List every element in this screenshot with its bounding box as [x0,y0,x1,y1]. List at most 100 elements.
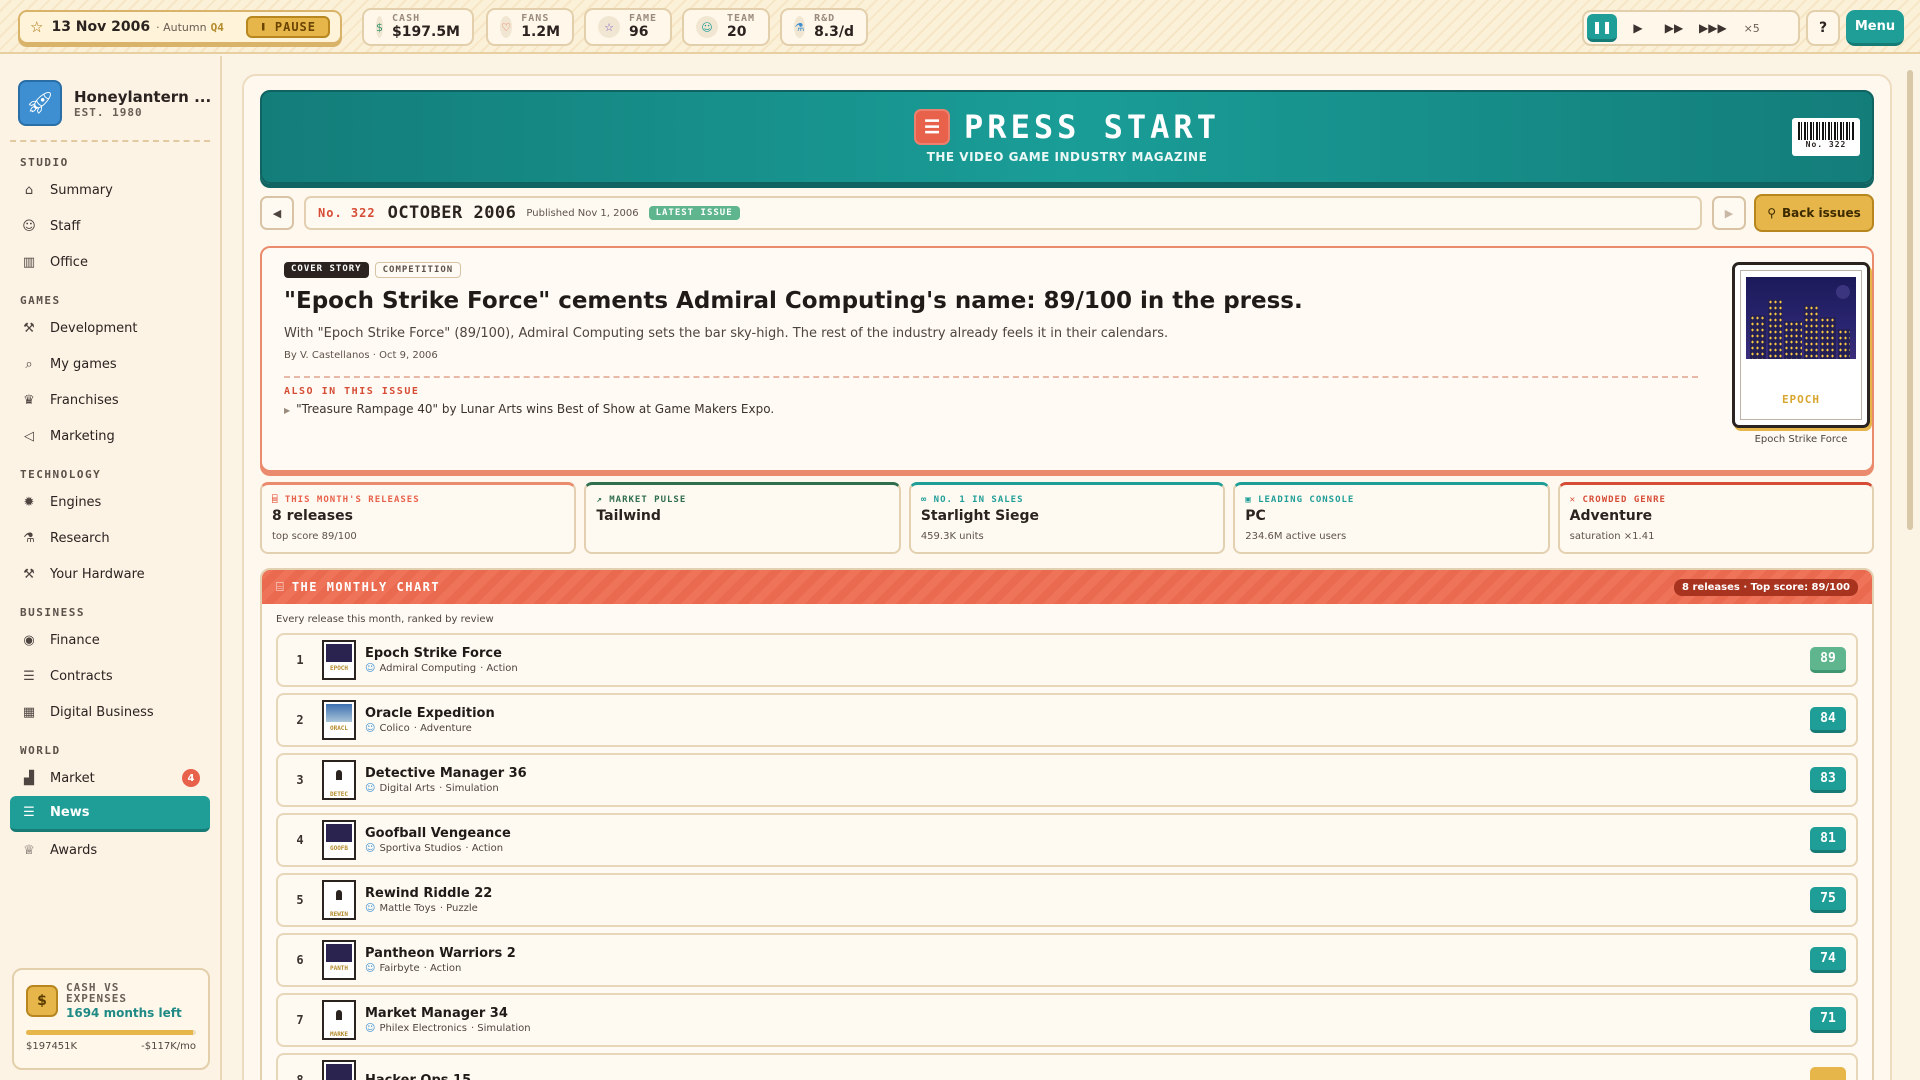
flask-icon: ⚗ [23,530,35,546]
summary-card-value: 8 releases [272,508,353,524]
help-button[interactable]: ? [1806,10,1840,46]
sidebar-item-label: Your Hardware [50,566,145,582]
summary-card-value: Starlight Siege [920,508,1039,524]
release-genre: · Action [423,963,462,974]
magazine-masthead: ☰ PRESS START THE VIDEO GAME INDUSTRY MA… [260,90,1874,184]
sidebar-item-my-games[interactable]: ⌕ My games [10,346,210,382]
rnd-stat[interactable]: ⚗ R&D 8.3/d [780,8,868,46]
back-issues-button[interactable]: ⚲ Back issues [1754,194,1874,232]
thumbnail-title: DETEC [329,791,349,798]
summary-card[interactable]: ↗ MARKET PULSE Tailwind [584,482,901,554]
issue-number: No. 322 [318,206,376,220]
cover-headline: "Epoch Strike Force" cements Admiral Com… [284,288,1303,314]
next-issue-button[interactable]: ▶ [1712,196,1746,230]
team-stat[interactable]: ☺ TEAM 20 [682,8,770,46]
link-icon: ∞ [920,495,934,505]
speed-multiplier[interactable]: ×5 [1737,14,1767,42]
cash-stat[interactable]: $ CASH $197.5M [362,8,474,46]
building-shape [1820,317,1836,359]
sidebar-item-awards[interactable]: ♕ Awards [10,832,210,868]
previous-issue-button[interactable]: ◀ [260,196,294,230]
release-row[interactable]: 3 DETEC Detective Manager 36 ☺ Digital Arts ·… [276,753,1858,807]
sidebar-item-market[interactable]: ▟ Market 4 [10,760,210,796]
competition-tag: COMPETITION [374,262,462,278]
scrollbar[interactable] [1906,66,1914,1080]
cash-icon: $ [376,16,384,38]
sidebar-item-digital-business[interactable]: ▦ Digital Business [10,694,210,730]
summary-card-label: ⌸ THIS MONTH'S RELEASES [272,495,564,505]
sidebar-item-summary[interactable]: ⌂ Summary [10,172,210,208]
fans-stat[interactable]: ♡ FANS 1.2M [486,8,574,46]
play-speed-button[interactable]: ▶ [1623,14,1653,42]
sidebar-item-office[interactable]: ▥ Office [10,244,210,280]
sidebar-item-label: News [50,805,90,820]
game-cover-thumbnail: ORACL [322,700,356,740]
cover-boxart[interactable]: EPOCH [1732,262,1870,428]
people-icon: ☺ [22,218,36,234]
release-row[interactable]: 8 HACKE Hacker Ops 15 [276,1053,1858,1080]
sidebar-item-your-hardware[interactable]: ⚒ Your Hardware [10,556,210,592]
sidebar-item-marketing[interactable]: ◁ Marketing [10,418,210,454]
sidebar-item-finance[interactable]: ◉ Finance [10,622,210,658]
release-row[interactable]: 2 ORACL Oracle Expedition ☺ Colico · Adventur… [276,693,1858,747]
fame-label: FAME [629,13,658,24]
sidebar-item-contracts[interactable]: ☰ Contracts [10,658,210,694]
scrollbar-thumb[interactable] [1907,70,1913,530]
game-cover-thumbnail: PANTH [322,940,356,980]
game-cover-thumbnail: DETEC [322,760,356,800]
sidebar-item-development[interactable]: ⚒ Development [10,310,210,346]
summary-card-label-text: LEADING CONSOLE [1258,495,1355,505]
studio-header[interactable]: 🚀︎ Honeylantern ... EST. 1980 [0,56,220,132]
newspaper-icon: ☰ [914,109,951,145]
sidebar-item-research[interactable]: ⚗ Research [10,520,210,556]
fast-speed-button[interactable]: ▶▶ [1659,14,1689,42]
quarter-label: Q4 [210,20,224,34]
release-row[interactable]: 5 REWIN Rewind Riddle 22 ☺ Mattle Toys · Puzz… [276,873,1858,927]
gamepad-icon: ⌸ [272,495,285,505]
sidebar-item-label: Market [50,770,95,786]
fans-label: FANS [521,13,550,24]
publisher-icon: ☺ [365,1023,376,1034]
team-icon: ☺ [696,16,718,38]
summary-card[interactable]: ⌸ THIS MONTH'S RELEASES 8 releases top sco… [260,482,577,554]
sidebar-item-label: Marketing [50,428,115,444]
sidebar-item-franchises[interactable]: ♛ Franchises [10,382,210,418]
thumbnail-title: MARKE [329,1031,349,1038]
pause-icon: ❚ [260,22,267,32]
release-genre: · Puzzle [439,903,478,914]
sidebar-item-label: Staff [50,218,81,234]
summary-card-label: ✕ CROWDED GENRE [1570,495,1862,505]
pause-speed-button[interactable]: ❚❚ [1587,14,1617,42]
notification-badge: 4 [182,769,200,787]
fame-stat[interactable]: ☆ FAME 96 [584,8,672,46]
cross-icon: ✕ [1569,495,1583,505]
sidebar-item-label: Engines [50,494,102,510]
summary-card-label-text: THIS MONTH'S RELEASES [284,495,420,505]
arrow-right-icon: ▶ [1724,206,1734,220]
menu-button[interactable]: Menu [1846,10,1904,46]
pause-button[interactable]: ❚ PAUSE [246,16,330,38]
sidebar-section-studio: STUDIO [20,156,69,169]
summary-card[interactable]: ▣ LEADING CONSOLE PC 234.6M active users [1233,482,1550,554]
sidebar-item-staff[interactable]: ☺ Staff [10,208,210,244]
divider [284,376,1698,378]
summary-card[interactable]: ✕ CROWDED GENRE Adventure saturation ×1.41 [1557,482,1875,554]
release-row[interactable]: 1 EPOCH Epoch Strike Force ☺ Admiral Computi… [276,633,1858,687]
sidebar-item-label: Awards [50,842,98,858]
release-row[interactable]: 4 GOOFB Goofball Vengeance ☺ Sportiva Studio… [276,813,1858,867]
cover-deck: With "Epoch Strike Force" (89/100), Admi… [284,326,1169,341]
sidebar-item-news[interactable]: ☰ News [10,796,210,832]
cash-vs-expenses-card[interactable]: $ CASH VS EXPENSES 1694 months left $197… [12,968,210,1070]
faster-speed-button[interactable]: ▶▶▶ [1695,14,1731,42]
release-title: Oracle Expedition [365,706,495,721]
cover-byline: By V. Castellanos · Oct 9, 2006 [284,350,438,361]
review-score-badge [1810,1067,1846,1080]
sidebar-item-engines[interactable]: ✹ Engines [10,484,210,520]
release-row[interactable]: 7 MARKE Market Manager 34 ☺ Philex Electroni… [276,993,1858,1047]
summary-card-value: PC [1245,508,1266,524]
release-row[interactable]: 6 PANTH Pantheon Warriors 2 ☺ Fairbyte · Acti… [276,933,1858,987]
summary-card[interactable]: ∞ NO. 1 IN SALES Starlight Siege 459.3K un… [908,482,1226,554]
publisher-name: Sportiva Studios [379,843,462,854]
cover-story-tag: COVER STORY [284,262,369,278]
megaphone-icon: ◁ [24,428,34,444]
